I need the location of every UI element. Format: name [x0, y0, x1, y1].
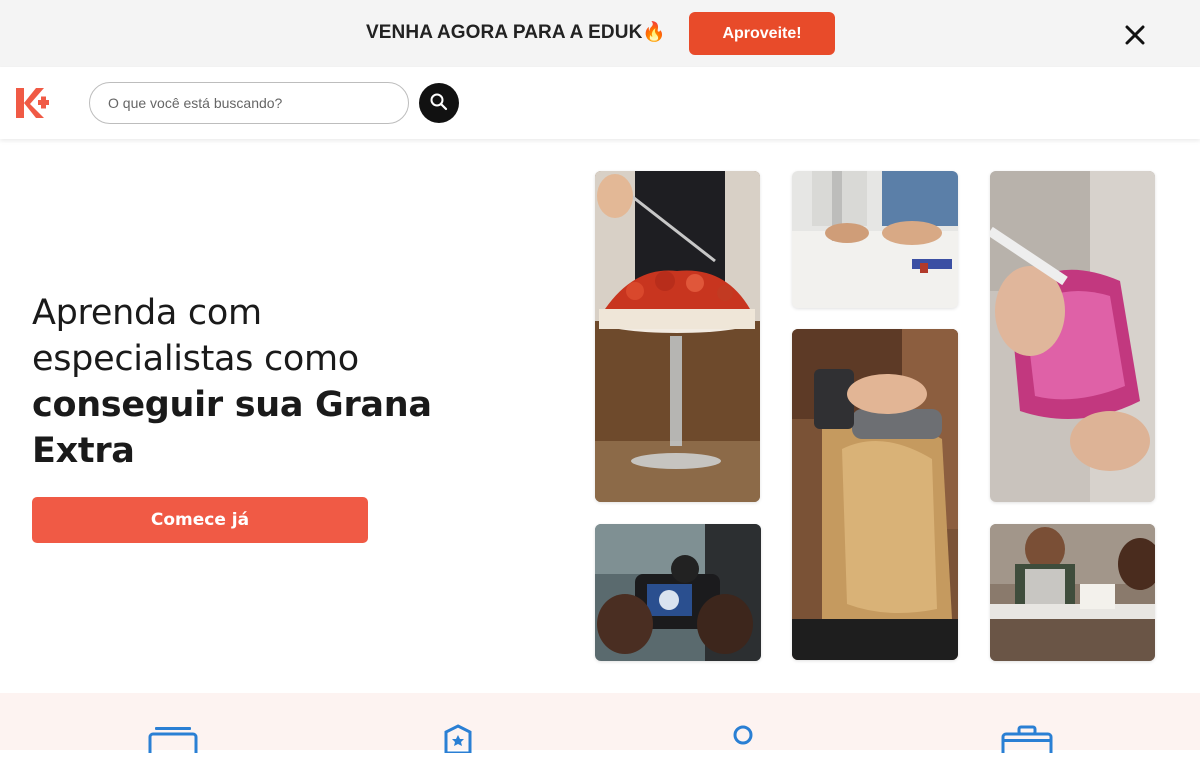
search-input[interactable] [89, 82, 409, 124]
sewing-machine-photo [792, 171, 958, 308]
hairdressing-photo [792, 329, 958, 660]
instructor-person-icon [717, 723, 769, 753]
camera-photography-photo [595, 524, 761, 661]
hero-title: Aprenda com especialistas como conseguir… [32, 290, 492, 474]
cake-dessert-photo [595, 171, 760, 502]
eduk-logo-icon[interactable] [14, 85, 50, 121]
promo-cta-button[interactable]: Aproveite! [689, 12, 835, 55]
hero-title-highlight: conseguir sua Grana Extra [32, 385, 432, 471]
close-icon[interactable] [1122, 22, 1148, 48]
search-icon [429, 92, 449, 115]
hero-title-line-2: especialistas como [32, 339, 359, 379]
features-section [0, 693, 1200, 758]
briefcase-icon [1001, 723, 1053, 758]
glass-engraving-photo [990, 171, 1155, 502]
workshop-couple-photo [990, 524, 1155, 661]
promo-banner: VENHA AGORA PARA A EDUK🔥 Aproveite! [0, 0, 1200, 67]
start-now-button[interactable]: Comece já [32, 497, 368, 543]
hero-title-line-1: Aprenda com [32, 293, 262, 333]
badge-certificate-icon [432, 723, 484, 755]
promo-text: VENHA AGORA PARA A EDUK🔥 [366, 22, 667, 43]
search-button[interactable] [419, 83, 459, 123]
video-course-icon [147, 723, 199, 758]
site-header [0, 67, 1200, 139]
